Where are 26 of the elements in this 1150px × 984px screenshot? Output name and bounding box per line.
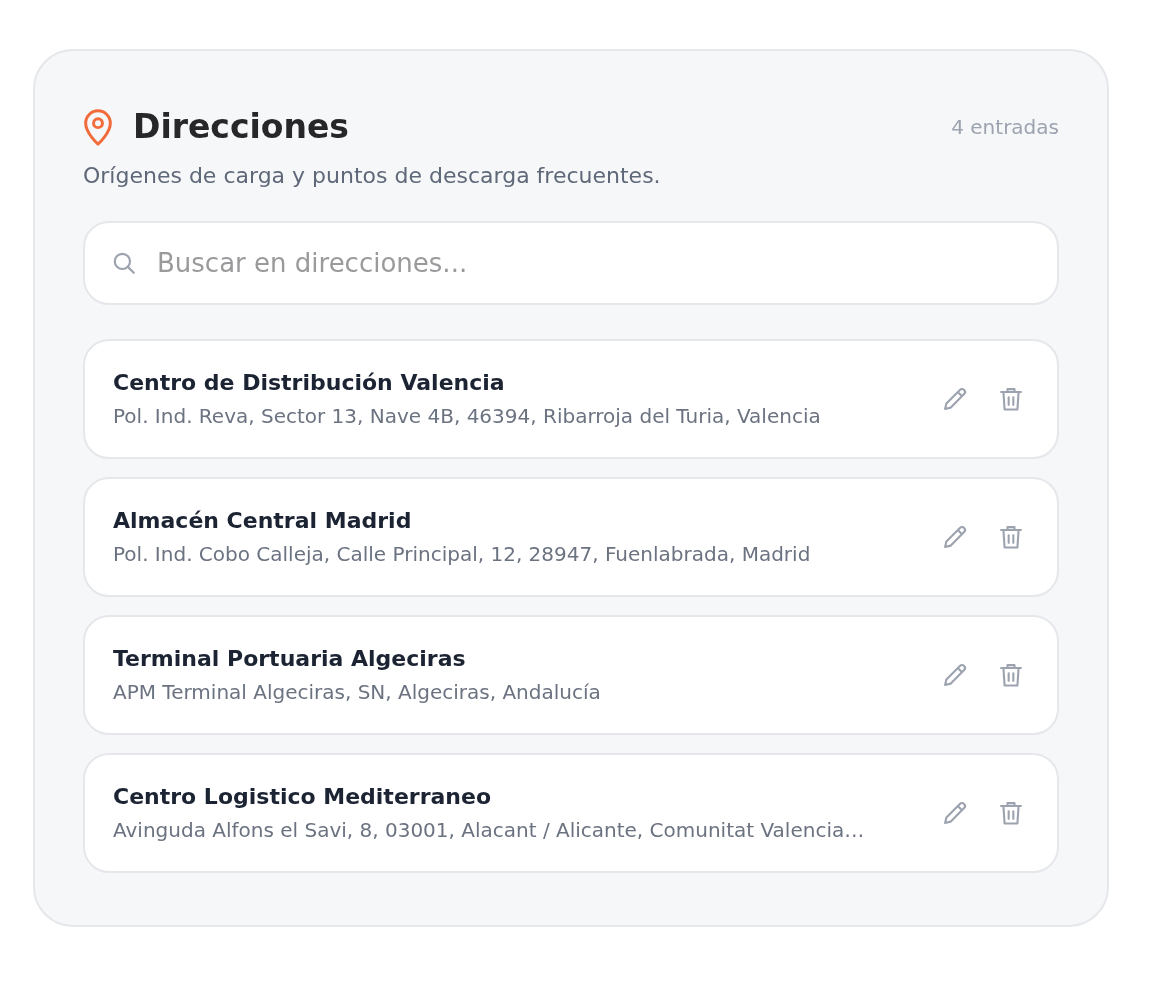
- address-card[interactable]: Centro de Distribución Valencia Pol. Ind. Reva, Sector 13, Nave 4B, 46394, Ribarroja del Turia, Valencia: [83, 339, 1059, 459]
- pencil-icon: [941, 385, 969, 413]
- address-line: APM Terminal Algeciras, SN, Algeciras, Andalucía: [113, 679, 601, 705]
- address-name: Centro de Distribución Valencia: [113, 369, 505, 397]
- address-name: Almacén Central Madrid: [113, 507, 412, 535]
- trash-icon: [997, 523, 1025, 551]
- address-name: Terminal Portuaria Algeciras: [113, 645, 466, 673]
- pencil-icon: [941, 523, 969, 551]
- search-field[interactable]: Buscar en direcciones...: [83, 221, 1059, 305]
- address-line: Pol. Ind. Reva, Sector 13, Nave 4B, 46394, Ribarroja del Turia, Valencia: [113, 403, 821, 429]
- panel-title: Direcciones: [133, 106, 349, 148]
- pencil-icon: [941, 799, 969, 827]
- address-card[interactable]: Centro Logistico Mediterraneo Avinguda Alfons el Savi, 8, 03001, Alacant / Alicante, Comunitat Valencia…: [83, 753, 1059, 873]
- address-line: Pol. Ind. Cobo Calleja, Calle Principal, 12, 28947, Fuenlabrada, Madrid: [113, 541, 811, 567]
- panel-subtitle: Orígenes de carga y puntos de descarga frecuentes.: [83, 162, 661, 190]
- entry-count: 4 entradas: [951, 115, 1059, 139]
- address-line: Avinguda Alfons el Savi, 8, 03001, Alacant / Alicante, Comunitat Valencia…: [113, 817, 865, 843]
- address-card[interactable]: Terminal Portuaria Algeciras APM Terminal Algeciras, SN, Algeciras, Andalucía: [83, 615, 1059, 735]
- trash-icon: [997, 385, 1025, 413]
- trash-icon: [997, 661, 1025, 689]
- address-card[interactable]: Almacén Central Madrid Pol. Ind. Cobo Calleja, Calle Principal, 12, 28947, Fuenlabrada, Madrid: [83, 477, 1059, 597]
- trash-icon: [997, 799, 1025, 827]
- map-pin-icon: [83, 108, 113, 146]
- pencil-icon: [941, 661, 969, 689]
- address-name: Centro Logistico Mediterraneo: [113, 783, 492, 811]
- search-icon: [111, 250, 137, 276]
